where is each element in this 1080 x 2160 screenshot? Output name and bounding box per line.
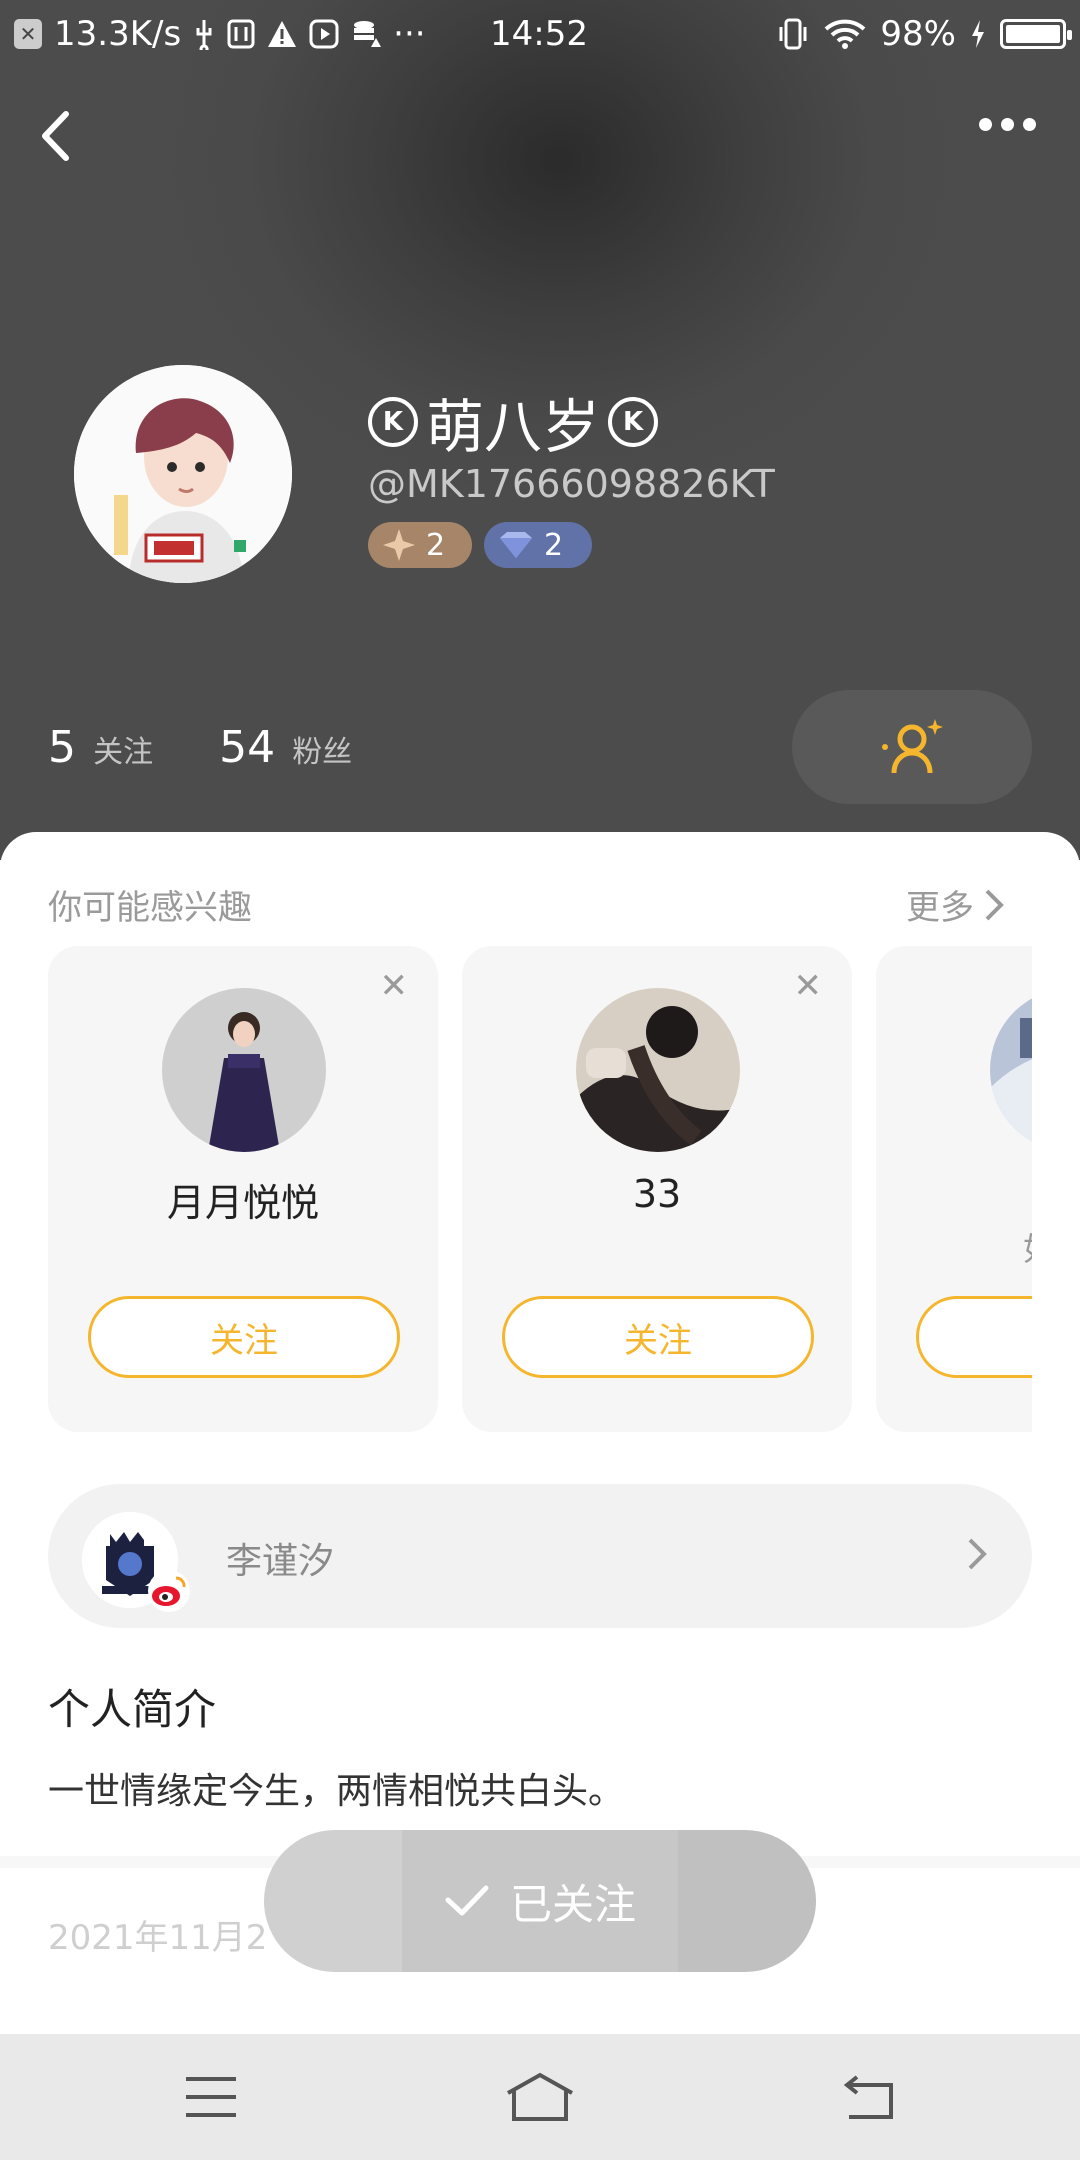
recommend-card[interactable]: ✕ 月月悦悦 关注 [48, 946, 438, 1432]
system-nav-bar [0, 2034, 1080, 2160]
chevron-right-icon [985, 889, 1004, 920]
battery-percent: 98% [880, 14, 956, 54]
data-icon [354, 21, 382, 47]
recommend-avatar[interactable] [162, 988, 326, 1152]
charm-level-badge[interactable]: 2 [484, 522, 592, 568]
status-bar: ✕ 13.3K/s ··· 14:52 98% [0, 0, 1080, 72]
close-icon[interactable]: ✕ [380, 966, 409, 1006]
recommend-subtitle: 如果你 [876, 1224, 1032, 1270]
chevron-left-icon [42, 111, 69, 161]
charging-icon [972, 20, 984, 48]
chevron-right-icon [968, 1538, 987, 1570]
intro-text: 一世情缘定今生，两情相悦共白头。 [48, 1771, 625, 1812]
more-dots-icon [979, 118, 992, 131]
more-options-button[interactable] [979, 118, 1036, 131]
menu-icon [186, 2077, 236, 2117]
weibo-link[interactable]: 李谨汐 [48, 1484, 1032, 1628]
followed-button[interactable]: 已关注 [264, 1830, 816, 1972]
warning-icon [268, 21, 297, 47]
usb-debug-icon [227, 19, 255, 49]
usb-icon [196, 20, 212, 50]
k-badge-icon: K [368, 397, 418, 447]
profile-avatar[interactable] [74, 365, 292, 583]
add-friend-icon [882, 719, 943, 774]
recommend-name: 月月悦悦 [166, 1181, 319, 1225]
wifi-icon [825, 19, 866, 49]
following-stat[interactable]: 5 关注 [48, 722, 153, 773]
close-notification-icon: ✕ [14, 19, 42, 49]
recommend-name: 33 [632, 1172, 682, 1216]
back-icon [843, 2075, 893, 2119]
more-notifications: ··· [393, 14, 426, 54]
check-icon [445, 1885, 489, 1916]
recommend-title: 你可能感兴趣 [48, 888, 252, 928]
star-badge-icon [383, 529, 415, 561]
home-icon [507, 2072, 573, 2121]
menu-button[interactable] [166, 2064, 256, 2130]
user-id: @MK17666098826KT [368, 462, 775, 506]
follow-stats: 5 关注 54 粉丝 [48, 722, 352, 773]
recommend-avatar[interactable] [990, 988, 1032, 1152]
weibo-name: 李谨汐 [226, 1541, 335, 1582]
k-badge-icon: K [608, 397, 659, 447]
follow-button[interactable]: 关注 [502, 1296, 814, 1378]
back-nav-button[interactable] [824, 2064, 914, 2130]
vibrate-icon [779, 18, 807, 50]
recommend-name: Px [876, 1172, 1032, 1216]
recommend-card[interactable]: Px 如果你 [876, 946, 1032, 1432]
profile-name-text: 萌八岁 [426, 393, 601, 461]
net-speed: 13.3K/s [54, 14, 182, 54]
weibo-icon [148, 1570, 190, 1612]
recommend-avatar[interactable] [576, 988, 740, 1152]
recommend-card[interactable]: ✕ 33 关注 [462, 946, 852, 1432]
level-badges: 2 2 [368, 522, 592, 568]
add-friend-button[interactable] [792, 690, 1032, 804]
close-icon[interactable]: ✕ [794, 966, 823, 1006]
wealth-level-badge[interactable]: 2 [368, 522, 472, 568]
intro-title: 个人简介 [48, 1685, 217, 1734]
clock: 14:52 [490, 14, 588, 54]
back-button[interactable] [40, 106, 84, 166]
recommend-more-link[interactable]: 更多 [906, 880, 1004, 929]
play-icon [309, 19, 339, 49]
home-button[interactable] [495, 2064, 585, 2130]
follow-button[interactable]: 关注 [88, 1296, 400, 1378]
profile-name: K 萌八岁 K [368, 380, 659, 464]
join-date: 2021年11月2 [48, 1918, 268, 1958]
diamond-badge-icon [500, 532, 532, 558]
follow-button[interactable] [916, 1296, 1032, 1378]
battery-icon [1000, 19, 1072, 49]
recommend-list: ✕ 月月悦悦 关注 ✕ 33 关注 Px 如果你 [48, 946, 1032, 1432]
fans-stat[interactable]: 54 粉丝 [219, 722, 352, 773]
